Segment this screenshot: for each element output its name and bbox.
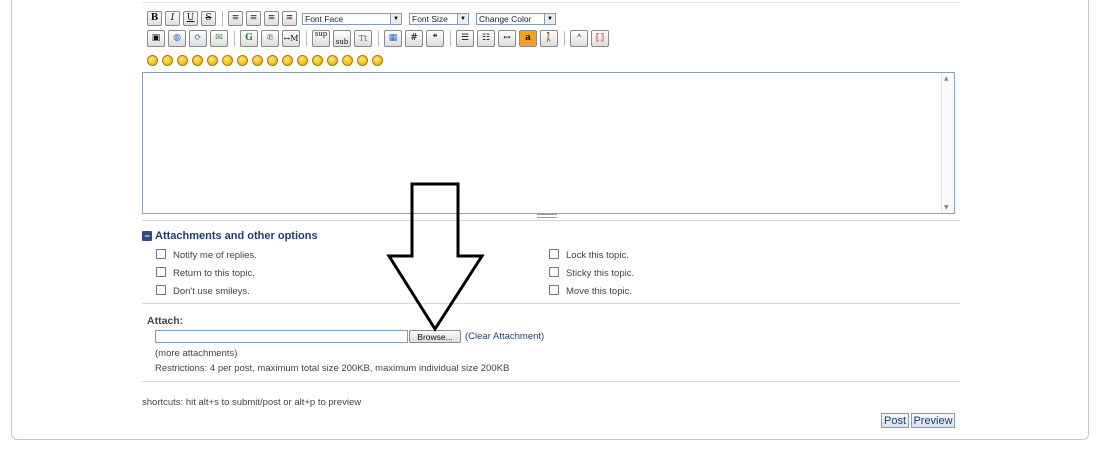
annotation-arrow-icon [386, 182, 485, 332]
